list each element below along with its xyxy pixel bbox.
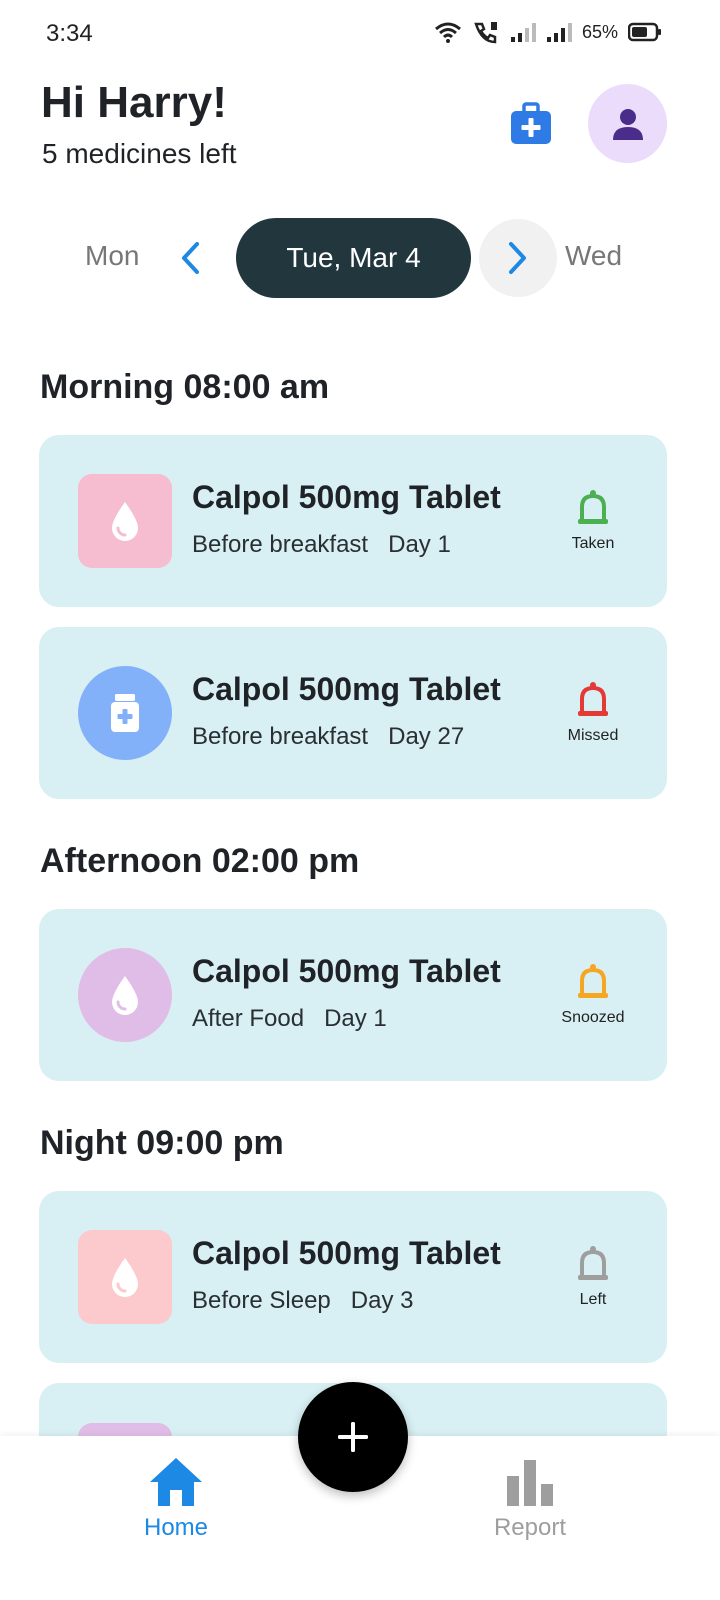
medicine-day: Day 27: [388, 723, 465, 750]
medicine-card[interactable]: Calpol 500mg Tablet Before breakfast Day…: [39, 435, 667, 607]
medicine-card[interactable]: Calpol 500mg Tablet Before Sleep Day 3 L…: [39, 1191, 667, 1363]
next-day-label[interactable]: Wed: [565, 240, 622, 272]
section-title-morning: Morning 08:00 am: [40, 368, 330, 406]
medicine-thumbnail: [78, 948, 172, 1042]
bar-chart-icon: [507, 1460, 553, 1506]
add-medicine-button[interactable]: [298, 1382, 408, 1492]
date-navigator: Mon Tue, Mar 4 Wed: [0, 218, 720, 300]
dose-status[interactable]: Left: [553, 1245, 633, 1309]
medical-kit-button[interactable]: [509, 102, 553, 146]
previous-day-label[interactable]: Mon: [85, 240, 139, 272]
medicine-name: Calpol 500mg Tablet: [192, 479, 501, 515]
medicine-timing: Before Sleep: [192, 1287, 331, 1314]
drop-icon: [112, 976, 138, 1015]
medicine-card[interactable]: Calpol 500mg Tablet Before breakfast Day…: [39, 627, 667, 799]
dose-status[interactable]: Snoozed: [553, 963, 633, 1027]
bell-icon: [578, 682, 608, 716]
dose-status[interactable]: Missed: [553, 681, 633, 745]
current-date-pill[interactable]: Tue, Mar 4: [236, 218, 471, 298]
medicine-name: Calpol 500mg Tablet: [192, 671, 501, 707]
signal-icon-2: [546, 23, 572, 42]
medicine-schedule: Before Sleep Day 3: [192, 1287, 413, 1315]
bell-icon: [578, 964, 608, 998]
medicine-card[interactable]: Calpol 500mg Tablet After Food Day 1 Sno…: [39, 909, 667, 1081]
section-title-night: Night 09:00 pm: [40, 1124, 284, 1162]
medicine-schedule: After Food Day 1: [192, 1005, 387, 1033]
dose-status-label: Snoozed: [561, 1009, 625, 1026]
dose-status-label: Taken: [571, 535, 615, 552]
battery-percent: 65%: [581, 21, 618, 42]
medicine-day: Day 1: [388, 531, 451, 558]
previous-day-button[interactable]: [168, 234, 212, 282]
nav-report-label: Report: [493, 1514, 567, 1541]
bell-icon: [578, 490, 608, 524]
medicine-timing: After Food: [192, 1005, 305, 1032]
profile-avatar-button[interactable]: [588, 84, 667, 163]
section-title-afternoon: Afternoon 02:00 pm: [40, 842, 360, 880]
plus-icon: [338, 1422, 368, 1452]
dose-status-label: Left: [579, 1291, 607, 1308]
dose-status[interactable]: Taken: [553, 489, 633, 553]
dose-status-label: Missed: [567, 727, 619, 744]
drop-icon: [112, 502, 138, 541]
medicine-name: Calpol 500mg Tablet: [192, 1235, 501, 1271]
user-icon: [612, 108, 643, 140]
medicine-schedule: Before breakfast Day 1: [192, 531, 451, 559]
wifi-icon: [435, 22, 461, 43]
medicines-left-text: 5 medicines left: [42, 138, 237, 169]
medicine-day: Day 1: [324, 1005, 387, 1032]
greeting-title: Hi Harry!: [41, 78, 227, 127]
medicine-thumbnail: [78, 666, 172, 760]
status-bar: 3:34 65%: [0, 0, 720, 70]
chevron-left-icon: [182, 242, 199, 274]
status-time: 3:34: [46, 20, 93, 47]
nav-home-label: Home: [143, 1514, 209, 1541]
medicine-timing: Before breakfast: [192, 723, 369, 750]
medicine-thumbnail: [78, 474, 172, 568]
medicine-day: Day 3: [350, 1287, 414, 1314]
pill-bottle-icon: [111, 694, 139, 732]
status-icons: 65%: [434, 20, 662, 44]
medicine-schedule: Before breakfast Day 27: [192, 723, 464, 751]
battery-icon: [628, 22, 661, 42]
next-day-button[interactable]: [479, 219, 557, 297]
bell-icon: [578, 1246, 608, 1280]
chevron-right-icon: [509, 242, 526, 274]
medical-kit-icon: [511, 102, 551, 144]
medicine-thumbnail: [78, 1230, 172, 1324]
nav-home-tab[interactable]: Home: [126, 1456, 226, 1542]
signal-icon-1: [510, 23, 536, 42]
medicine-name: Calpol 500mg Tablet: [192, 953, 501, 989]
wifi-calling-icon: [474, 22, 497, 44]
home-icon: [150, 1458, 202, 1506]
nav-report-tab[interactable]: Report: [480, 1456, 580, 1542]
drop-icon: [112, 1258, 138, 1297]
medicine-timing: Before breakfast: [192, 531, 369, 558]
